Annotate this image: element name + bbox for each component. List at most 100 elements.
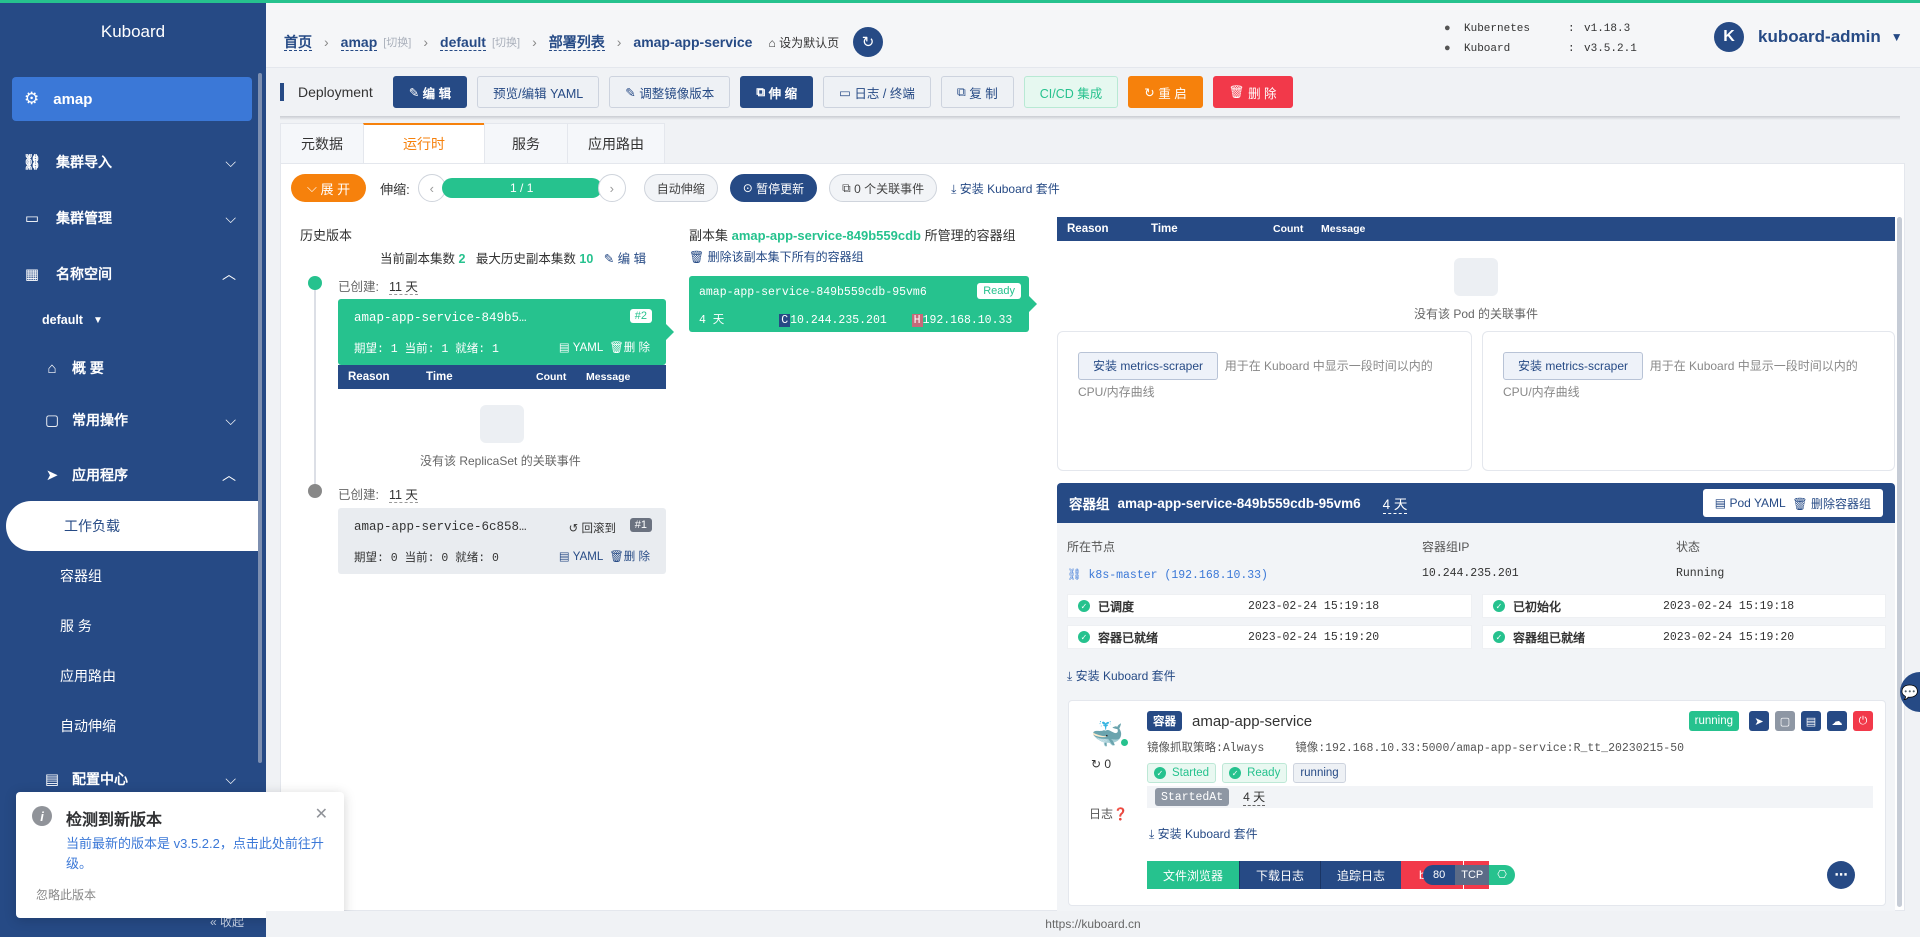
config-icon: ▤ [44, 771, 60, 788]
sidebar-scrollbar[interactable] [258, 73, 262, 763]
switch-cluster-link[interactable]: [切换] [383, 34, 411, 50]
tail-logs-button[interactable]: 追踪日志 [1320, 861, 1402, 889]
delete-all-pods-link[interactable]: 🗑 删除该副本集下所有的容器组 [689, 248, 864, 265]
install-kuboard-link[interactable]: ⤓ 安装 Kuboard 套件 [951, 180, 1060, 197]
download-logs-button[interactable]: 下载日志 [1239, 861, 1321, 889]
port-badge[interactable]: 80 TCP ⎔ [1423, 865, 1515, 885]
sidebar-item-common-ops[interactable]: ▢ 常用操作 ⌵ [0, 398, 256, 442]
delete-rs-link[interactable]: 🗑删 除 [609, 551, 650, 563]
scale-button[interactable]: ⧉ 伸 缩 [740, 76, 814, 108]
col-message: Message [586, 371, 631, 383]
breadcrumb-namespace[interactable]: default [440, 34, 486, 51]
sidebar-item-pods[interactable]: 容器组 [0, 556, 256, 596]
install-label: 安装 Kuboard 套件 [959, 181, 1060, 196]
related-events-button[interactable]: ⧉ 0 个关联事件 [829, 174, 938, 202]
chevron-down-icon: ⌵ [225, 209, 236, 226]
power-icon[interactable]: ⏻ [1853, 711, 1873, 731]
install-label: 安装 Kuboard 套件 [1157, 827, 1258, 841]
breadcrumb-cluster[interactable]: amap [340, 34, 378, 51]
pause-icon: ⊙ [742, 181, 753, 195]
help-icon: ❓ [1113, 807, 1128, 821]
send-icon[interactable]: ➤ [1749, 711, 1769, 731]
scale-label: 伸 缩 [768, 86, 798, 101]
restart-button[interactable]: ↻ 重 启 [1128, 76, 1203, 108]
pause-update-button[interactable]: ⊙ 暂停更新 [729, 174, 818, 202]
replica-stepper[interactable]: ‹ 1 / 1 › [417, 174, 626, 202]
tab-metadata[interactable]: 元数据 [280, 123, 364, 163]
breadcrumb-deploy-list[interactable]: 部署列表 [548, 34, 605, 51]
started-at-row: StartedAt 4 天 [1147, 786, 1873, 808]
tab-runtime[interactable]: 运行时 [363, 123, 485, 163]
cloud-icon[interactable]: ☁ [1827, 711, 1847, 731]
yaml-link[interactable]: ▤ YAML [559, 551, 603, 563]
sidebar-item-autoscale[interactable]: 自动伸缩 [0, 706, 256, 746]
metrics-content: 安装 metrics-scraper 用于在 Kuboard 中显示一段时间以内… [1503, 352, 1883, 404]
trash-icon: 🗑 [1228, 84, 1245, 99]
adjust-image-button[interactable]: ✎ 调整镜像版本 [609, 76, 731, 108]
port-value: 80 [1423, 865, 1456, 885]
refresh-button[interactable]: ↻ [853, 27, 884, 57]
yaml-label: YAML [572, 342, 603, 354]
pod-install-kuboard-link[interactable]: ⤓ 安装 Kuboard 套件 [1067, 667, 1176, 684]
delete-pod-button[interactable]: 🗑 删除容器组 [1792, 495, 1871, 512]
footer[interactable]: https://kuboard.cn [266, 911, 1920, 937]
sidebar-item-ingress[interactable]: 应用路由 [0, 656, 256, 696]
cicd-button[interactable]: CI/CD 集成 [1023, 76, 1119, 108]
chevron-right-icon: › [616, 34, 622, 50]
sidebar-item-services[interactable]: 服 务 [0, 606, 256, 646]
pull-policy-value: Always [1222, 742, 1265, 755]
sidebar-item-overview[interactable]: ⌂ 概 要 [0, 346, 256, 390]
container-install-kuboard-link[interactable]: ⤓ 安装 Kuboard 套件 [1149, 825, 1258, 842]
external-link-icon: ⧉ [842, 180, 851, 195]
sidebar-item-workloads[interactable]: 工作负载 [6, 501, 260, 551]
node-link[interactable]: ⛓ k8s-master (192.168.10.33) [1067, 567, 1268, 582]
chevron-down-icon: ⌵ [225, 153, 236, 170]
pod-ip: 10.244.235.201 [790, 314, 887, 327]
pod-yaml-button[interactable]: ▤ Pod YAML [1715, 496, 1786, 510]
sidebar-item-apps[interactable]: ➤ 应用程序 ︿ [0, 453, 256, 497]
logs-terminal-button[interactable]: ▭ 日志 / 终端 [823, 76, 931, 108]
sidebar-item-cluster-import[interactable]: ⛓ 集群导入 ⌵ [0, 140, 256, 184]
namespace-select[interactable]: default ▼ [0, 298, 256, 342]
set-default-page[interactable]: ⌂ 设为默认页 [768, 34, 839, 51]
increase-replicas-button[interactable]: › [597, 174, 626, 202]
ignore-version-link[interactable]: 忽略此版本 [36, 886, 96, 903]
cube-icon[interactable]: ▢ [1775, 711, 1795, 731]
install-metrics-button[interactable]: 安装 metrics-scraper [1078, 352, 1219, 380]
version-key: Kubernetes [1464, 23, 1531, 35]
yaml-button[interactable]: 预览/编辑 YAML [477, 76, 600, 108]
replicaset-card-current[interactable]: amap-app-service-849b5… #2 期望: 1 当前: 1 就… [338, 299, 674, 365]
database-icon[interactable]: ▤ [1801, 711, 1821, 731]
main-scrollbar[interactable] [1897, 217, 1902, 907]
notification-body[interactable]: 当前最新的版本是 v3.5.2.2，点击此处前往升级。 [66, 834, 326, 874]
replicaset-card-old[interactable]: amap-app-service-6c858… ↺ 回滚到 #1 期望: 0 当… [338, 508, 666, 574]
edit-icon: ✎ [408, 85, 420, 100]
delete-label: 删 除 [1248, 86, 1277, 101]
install-metrics-button[interactable]: 安装 metrics-scraper [1503, 352, 1644, 380]
pod-card[interactable]: amap-app-service-849b559cdb-95vm6 Ready … [689, 276, 1037, 332]
rollback-link[interactable]: ↺ 回滚到 [569, 520, 616, 536]
sidebar-item-namespaces[interactable]: ▦ 名称空间 ︿ [0, 252, 256, 296]
rs-name: amap-app-service-849b5… [354, 311, 527, 325]
edit-history-link[interactable]: ✎ 编 辑 [604, 252, 646, 266]
sidebar-item-label: 工作负载 [64, 518, 120, 534]
switch-namespace-link[interactable]: [切换] [492, 34, 520, 50]
autoscale-button[interactable]: 自动伸缩 [643, 174, 718, 202]
user-menu[interactable]: K kuboard-admin ▼ [1714, 22, 1903, 52]
edit-button[interactable]: ✎ 编 辑 [392, 76, 468, 108]
delete-rs-link[interactable]: 🗑删 除 [609, 342, 650, 354]
breadcrumb-home[interactable]: 首页 [284, 34, 312, 51]
memory-metrics-panel: 安装 metrics-scraper 用于在 Kuboard 中显示一段时间以内… [1482, 331, 1895, 471]
yaml-link[interactable]: ▤ YAML [559, 342, 603, 354]
tab-ingress[interactable]: 应用路由 [567, 123, 665, 163]
expand-button[interactable]: ⌵ 展 开 [291, 174, 367, 202]
more-icon[interactable]: ⋯ [1827, 861, 1855, 889]
sidebar-item-namespace[interactable]: ⚙ amap [12, 77, 252, 121]
delete-button[interactable]: 🗑 删 除 [1212, 76, 1293, 108]
tab-services[interactable]: 服务 [484, 123, 568, 163]
revision-badge: #1 [629, 518, 652, 532]
file-browser-button[interactable]: 文件浏览器 [1147, 861, 1240, 889]
sidebar-item-cluster-manage[interactable]: ▭ 集群管理 ⌵ [0, 196, 256, 240]
close-icon[interactable]: ✕ [315, 804, 328, 824]
copy-button[interactable]: ⧉ 复 制 [940, 76, 1014, 108]
